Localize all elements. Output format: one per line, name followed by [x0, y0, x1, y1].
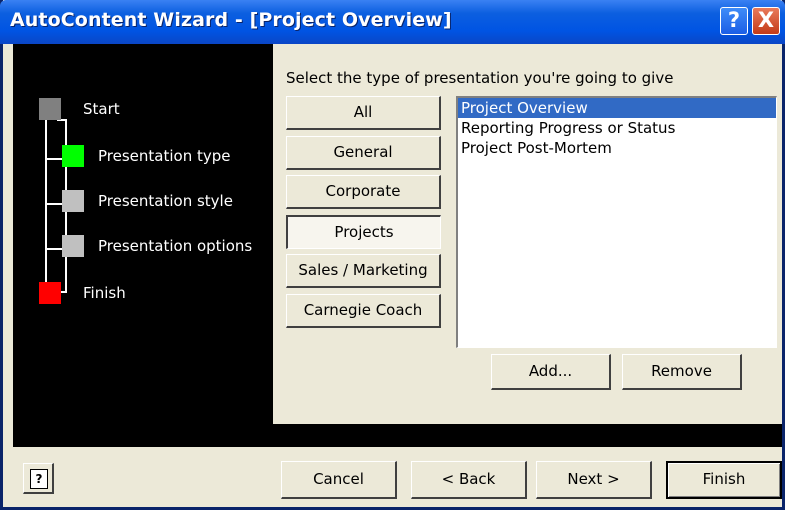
step-presentation-style-marker [62, 190, 84, 212]
step-presentation-options-label: Presentation options [98, 237, 253, 255]
footer-divider [13, 424, 782, 447]
back-button[interactable]: < Back [411, 461, 527, 499]
step-presentation-type-label: Presentation type [98, 147, 231, 165]
cancel-button[interactable]: Cancel [281, 461, 397, 499]
presentation-list[interactable]: Project Overview Reporting Progress or S… [456, 96, 777, 348]
category-projects-button[interactable]: Projects [286, 215, 441, 249]
list-item-project-post-mortem[interactable]: Project Post-Mortem [458, 138, 776, 158]
help-icon[interactable]: ? [720, 7, 748, 35]
presentation-type-prompt: Select the type of presentation you're g… [286, 69, 674, 87]
category-carnegie-coach-button[interactable]: Carnegie Coach [286, 294, 441, 328]
add-button[interactable]: Add... [491, 354, 611, 390]
close-icon[interactable]: X [752, 7, 780, 35]
step-finish-marker [39, 282, 61, 304]
list-item-reporting-progress[interactable]: Reporting Progress or Status [458, 118, 776, 138]
category-general-button[interactable]: General [286, 136, 441, 170]
footer-help-button[interactable]: ? [23, 463, 54, 494]
next-button[interactable]: Next > [536, 461, 652, 499]
title-bar[interactable]: AutoContent Wizard - [Project Overview] … [0, 0, 785, 44]
category-corporate-button[interactable]: Corporate [286, 175, 441, 209]
finish-button[interactable]: Finish [666, 461, 782, 499]
help-book-icon: ? [30, 469, 48, 489]
list-item-project-overview[interactable]: Project Overview [458, 98, 776, 118]
step-start-marker [39, 98, 61, 120]
step-start-label: Start [83, 100, 120, 118]
step-presentation-type-marker [62, 145, 84, 167]
step-finish-label: Finish [83, 284, 126, 302]
category-sales-marketing-button[interactable]: Sales / Marketing [286, 254, 441, 288]
category-all-button[interactable]: All [286, 96, 441, 130]
window-title: AutoContent Wizard - [Project Overview] [10, 9, 452, 31]
remove-button[interactable]: Remove [622, 354, 742, 390]
step-presentation-options-marker [62, 235, 84, 257]
step-presentation-style-label: Presentation style [98, 192, 233, 210]
autocontent-wizard-window: AutoContent Wizard - [Project Overview] … [0, 0, 785, 510]
